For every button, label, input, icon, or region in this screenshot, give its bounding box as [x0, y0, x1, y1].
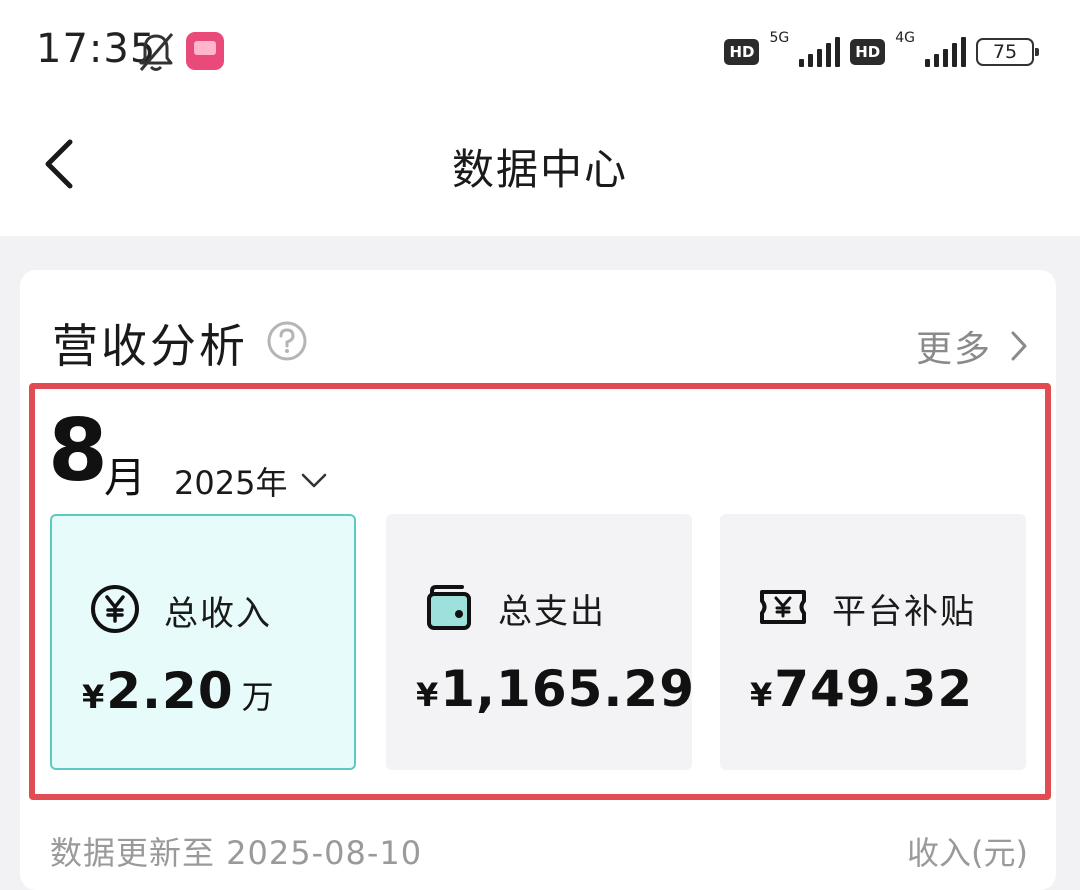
status-indicators: HD 5G HD 4G 75: [724, 30, 1039, 72]
stat-card-platform-subsidy[interactable]: 平台补贴 ¥ 749.32: [720, 514, 1026, 770]
stat-unit: 万: [241, 678, 274, 716]
coupon-ticket-icon: [760, 590, 806, 624]
signal-icon: [799, 37, 841, 67]
stat-value: ¥ 749.32: [750, 660, 981, 718]
chevron-down-icon: [302, 473, 327, 488]
hd-badge-2: HD: [850, 39, 886, 65]
stat-label: 平台补贴: [832, 592, 976, 632]
question-circle-icon[interactable]: [266, 320, 308, 362]
stat-label: 总支出: [498, 592, 606, 632]
page-title: 数据中心: [451, 145, 628, 194]
currency-symbol: ¥: [750, 676, 773, 714]
data-update-text: 数据更新至 2025-08-10: [50, 834, 423, 872]
unit-label: 收入(元): [907, 834, 1028, 872]
month-unit: 月: [104, 453, 147, 502]
stat-amount: 749.32: [774, 660, 974, 718]
stat-value: ¥ 1,165.29: [416, 660, 703, 718]
more-link[interactable]: 更多: [916, 320, 1028, 372]
nav-bar: 数据中心: [0, 100, 1080, 236]
currency-symbol: ¥: [82, 678, 105, 716]
stat-label: 总收入: [164, 594, 272, 634]
signal-icon-2: [925, 37, 966, 67]
wallet-icon: [427, 585, 471, 630]
stat-card-total-expense[interactable]: 总支出 ¥ 1,165.29: [386, 514, 694, 770]
year-value: 2025年: [174, 464, 288, 502]
stat-card-total-income[interactable]: 总收入 ¥ 2.20 万: [50, 514, 356, 770]
bell-muted-icon: [139, 33, 174, 71]
stat-amount: 2.20: [106, 662, 234, 720]
currency-symbol: ¥: [416, 676, 439, 714]
status-bar: 17:35 HD 5G HD 4G 75: [0, 0, 1080, 100]
app-notification-icon: [186, 32, 224, 70]
stat-value: ¥ 2.20 万: [82, 662, 274, 720]
yuan-coin-icon: [91, 585, 139, 633]
more-label: 更多: [915, 329, 992, 370]
network-type-2: 4G: [895, 30, 915, 46]
network-type-1: 5G: [769, 30, 790, 46]
hd-badge: HD: [724, 39, 760, 65]
month-number: 8: [48, 401, 108, 501]
stat-amount: 1,165.29: [440, 660, 695, 718]
year-selector[interactable]: 2025年: [174, 458, 327, 504]
section-title: 营收分析: [52, 319, 248, 373]
chevron-right-icon: [1011, 331, 1027, 361]
battery-icon: 75: [976, 38, 1039, 66]
